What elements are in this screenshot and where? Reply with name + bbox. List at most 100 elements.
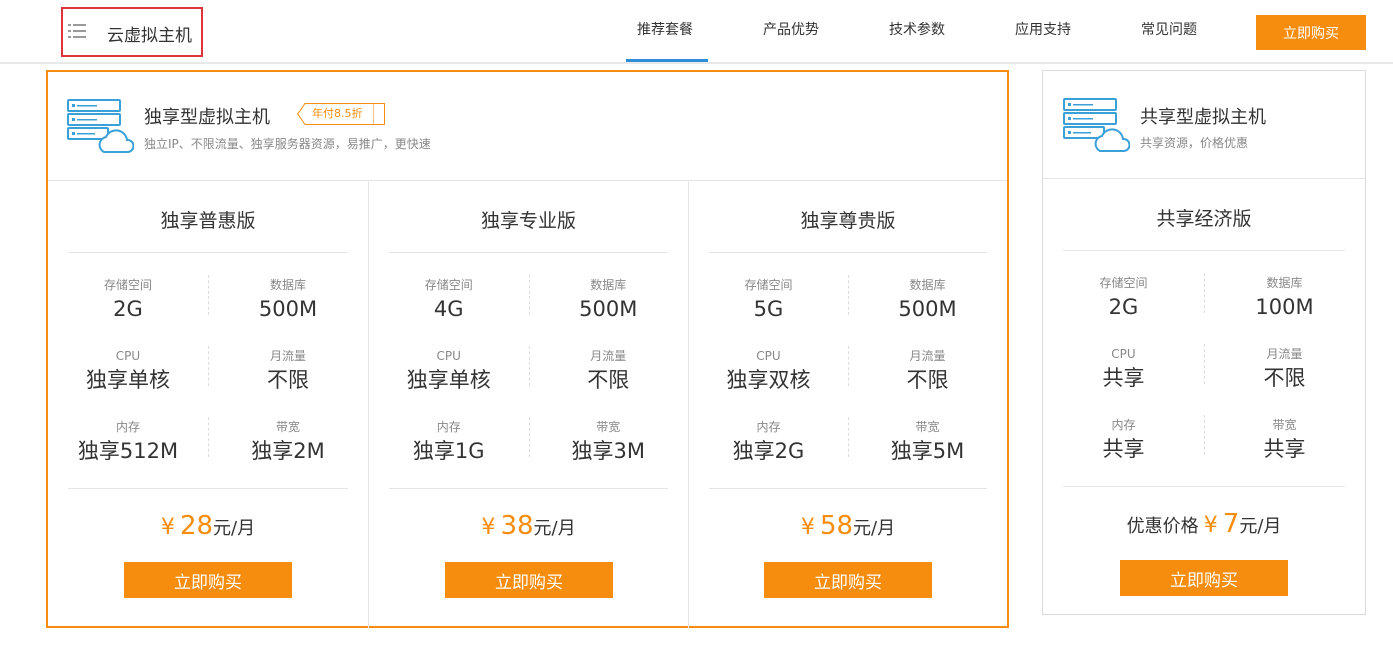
spec-value: 独享2M	[251, 439, 325, 463]
buy-button[interactable]: 立即购买	[764, 562, 932, 598]
spec-label: 内存	[756, 420, 781, 434]
spec-label: 存储空间	[103, 278, 152, 292]
spec-label: CPU	[436, 349, 461, 363]
spec-value: 独享1G	[412, 439, 485, 463]
exclusive-panel-header: 独享型虚拟主机 年付8.5折 独立IP、不限流量、独享服务器资源，易推广，更快速	[48, 72, 1007, 181]
spec-memory: 内存 独享512M	[48, 419, 208, 465]
list-menu-icon[interactable]	[68, 22, 86, 40]
price-unit: 元/月	[853, 518, 896, 539]
spec-label: 数据库	[1266, 276, 1303, 290]
spec-value: 100M	[1255, 295, 1314, 319]
spec-storage: 存储空间 2G	[48, 277, 208, 323]
spec-cpu: CPU 共享	[1043, 346, 1204, 392]
price-unit: 元/月	[213, 518, 256, 539]
discount-badge-outline	[297, 103, 385, 125]
nav-recommended[interactable]: 推荐套餐	[637, 19, 693, 39]
spec-label: 数据库	[590, 278, 627, 292]
spec-database: 数据库 500M	[529, 277, 689, 323]
spec-value: 共享	[1263, 437, 1306, 461]
price-amount: 7	[1222, 509, 1240, 539]
nav-app-support[interactable]: 应用支持	[1015, 19, 1071, 39]
spec-value: 不限	[906, 368, 949, 392]
spec-memory: 内存独享1G	[369, 419, 529, 465]
spec-label: 月流量	[590, 349, 627, 363]
server-cloud-icon	[1063, 98, 1130, 152]
spec-bandwidth: 带宽 独享5M	[848, 419, 1007, 465]
price-amount: 28	[179, 511, 214, 541]
spec-database: 数据库 500M	[848, 277, 1007, 323]
header-buy-button[interactable]: 立即购买	[1256, 15, 1366, 50]
spec-label: 内存	[436, 420, 461, 434]
nav-tech-specs[interactable]: 技术参数	[889, 19, 945, 39]
exclusive-panel-title: 独享型虚拟主机	[144, 107, 270, 128]
top-header: 云虚拟主机 推荐套餐 产品优势 技术参数 应用支持 常见问题 立即购买	[0, 0, 1393, 64]
nav-active-indicator	[626, 59, 708, 62]
spec-database: 数据库 100M	[1204, 275, 1365, 321]
buy-button[interactable]: 立即购买	[445, 562, 613, 598]
plan-name: 共享经济版	[1156, 208, 1252, 230]
plan-name: 独享普惠版	[160, 210, 256, 232]
divider	[709, 252, 987, 253]
price-amount: 58	[819, 511, 854, 541]
shared-panel-title: 共享型虚拟主机	[1140, 107, 1266, 128]
nav-faq[interactable]: 常见问题	[1141, 19, 1197, 39]
plan-card: 独享专业版 存储空间 4G 数据库 500M CPU 独享单核 月流量 不限 内存 独享1…	[368, 181, 688, 628]
spec-label: CPU	[1111, 347, 1136, 361]
price-unit: 元/月	[1239, 516, 1282, 537]
price-amount: 38	[500, 511, 534, 541]
spec-label: 内存	[115, 420, 140, 434]
spec-value: 独享3M	[571, 439, 645, 463]
spec-value: 500M	[258, 297, 318, 321]
spec-label: 带宽	[596, 420, 621, 434]
spec-label: CPU	[115, 349, 141, 363]
price-unit: 元/月	[533, 518, 576, 539]
spec-value: 2G	[113, 297, 143, 321]
spec-value: 4G	[433, 297, 464, 321]
spec-memory: 内存独享2G	[689, 419, 848, 465]
spec-value: 共享	[1102, 366, 1145, 390]
brand-title: 云虚拟主机	[107, 26, 192, 46]
spec-cpu: CPU 独享单核	[369, 348, 529, 394]
divider	[709, 488, 987, 489]
spec-label: 月流量	[909, 349, 946, 363]
plan-card: 独享普惠版 存储空间 2G 数据库 500M CPU 独享单核 月流量 不限 内存 独享5…	[48, 181, 368, 628]
spec-traffic: 月流量 不限	[848, 348, 1007, 394]
buy-button[interactable]: 立即购买	[124, 562, 292, 598]
exclusive-hosting-panel: 独享型虚拟主机 年付8.5折 独立IP、不限流量、独享服务器资源，易推广，更快速…	[46, 70, 1009, 628]
spec-bandwidth: 带宽独享3M	[529, 419, 689, 465]
exclusive-panel-subtitle: 独立IP、不限流量、独享服务器资源，易推广，更快速	[144, 137, 431, 151]
shared-panel-header: 共享型虚拟主机 共享资源，价格优惠	[1043, 71, 1365, 179]
spec-bandwidth: 带宽 共享	[1204, 417, 1365, 463]
spec-label: 带宽	[275, 420, 300, 434]
server-cloud-icon	[67, 99, 134, 153]
plan-name: 独享尊贵版	[800, 210, 896, 232]
spec-value: 独享单核	[406, 368, 491, 392]
spec-value: 500M	[579, 297, 638, 321]
plan-price: ¥ 38元/月	[369, 511, 688, 541]
spec-storage: 存储空间 2G	[1043, 275, 1204, 321]
spec-value: 500M	[898, 297, 957, 321]
price-currency: ¥	[481, 515, 496, 540]
shared-panel-subtitle: 共享资源，价格优惠	[1140, 136, 1249, 150]
spec-value: 不限	[267, 368, 309, 392]
nav-advantages[interactable]: 产品优势	[763, 19, 819, 39]
price-prefix: 优惠价格	[1126, 516, 1199, 537]
spec-label: CPU	[756, 349, 781, 363]
brand-box[interactable]: 云虚拟主机	[61, 7, 203, 57]
spec-bandwidth: 带宽独享2M	[208, 419, 368, 465]
plan-price: 优惠价格 ¥ 7元/月	[1043, 509, 1365, 539]
spec-value: 独享2G	[732, 439, 805, 463]
spec-value: 独享双核	[726, 368, 811, 392]
divider	[389, 252, 668, 253]
spec-traffic: 月流量 不限	[208, 348, 368, 394]
plan-card: 共享经济版 存储空间 2G 数据库 100M CPU 共享 月流量 不限 内存 共享 带宽…	[1043, 179, 1365, 615]
spec-value: 2G	[1108, 295, 1139, 319]
divider	[68, 488, 348, 489]
spec-value: 5G	[753, 297, 784, 321]
spec-value: 共享	[1102, 437, 1145, 461]
buy-button[interactable]: 立即购买	[1120, 560, 1288, 596]
spec-database: 数据库 500M	[208, 277, 368, 323]
spec-value: 不限	[587, 368, 630, 392]
divider	[1063, 486, 1345, 487]
plan-price: ¥ 58元/月	[689, 511, 1007, 541]
